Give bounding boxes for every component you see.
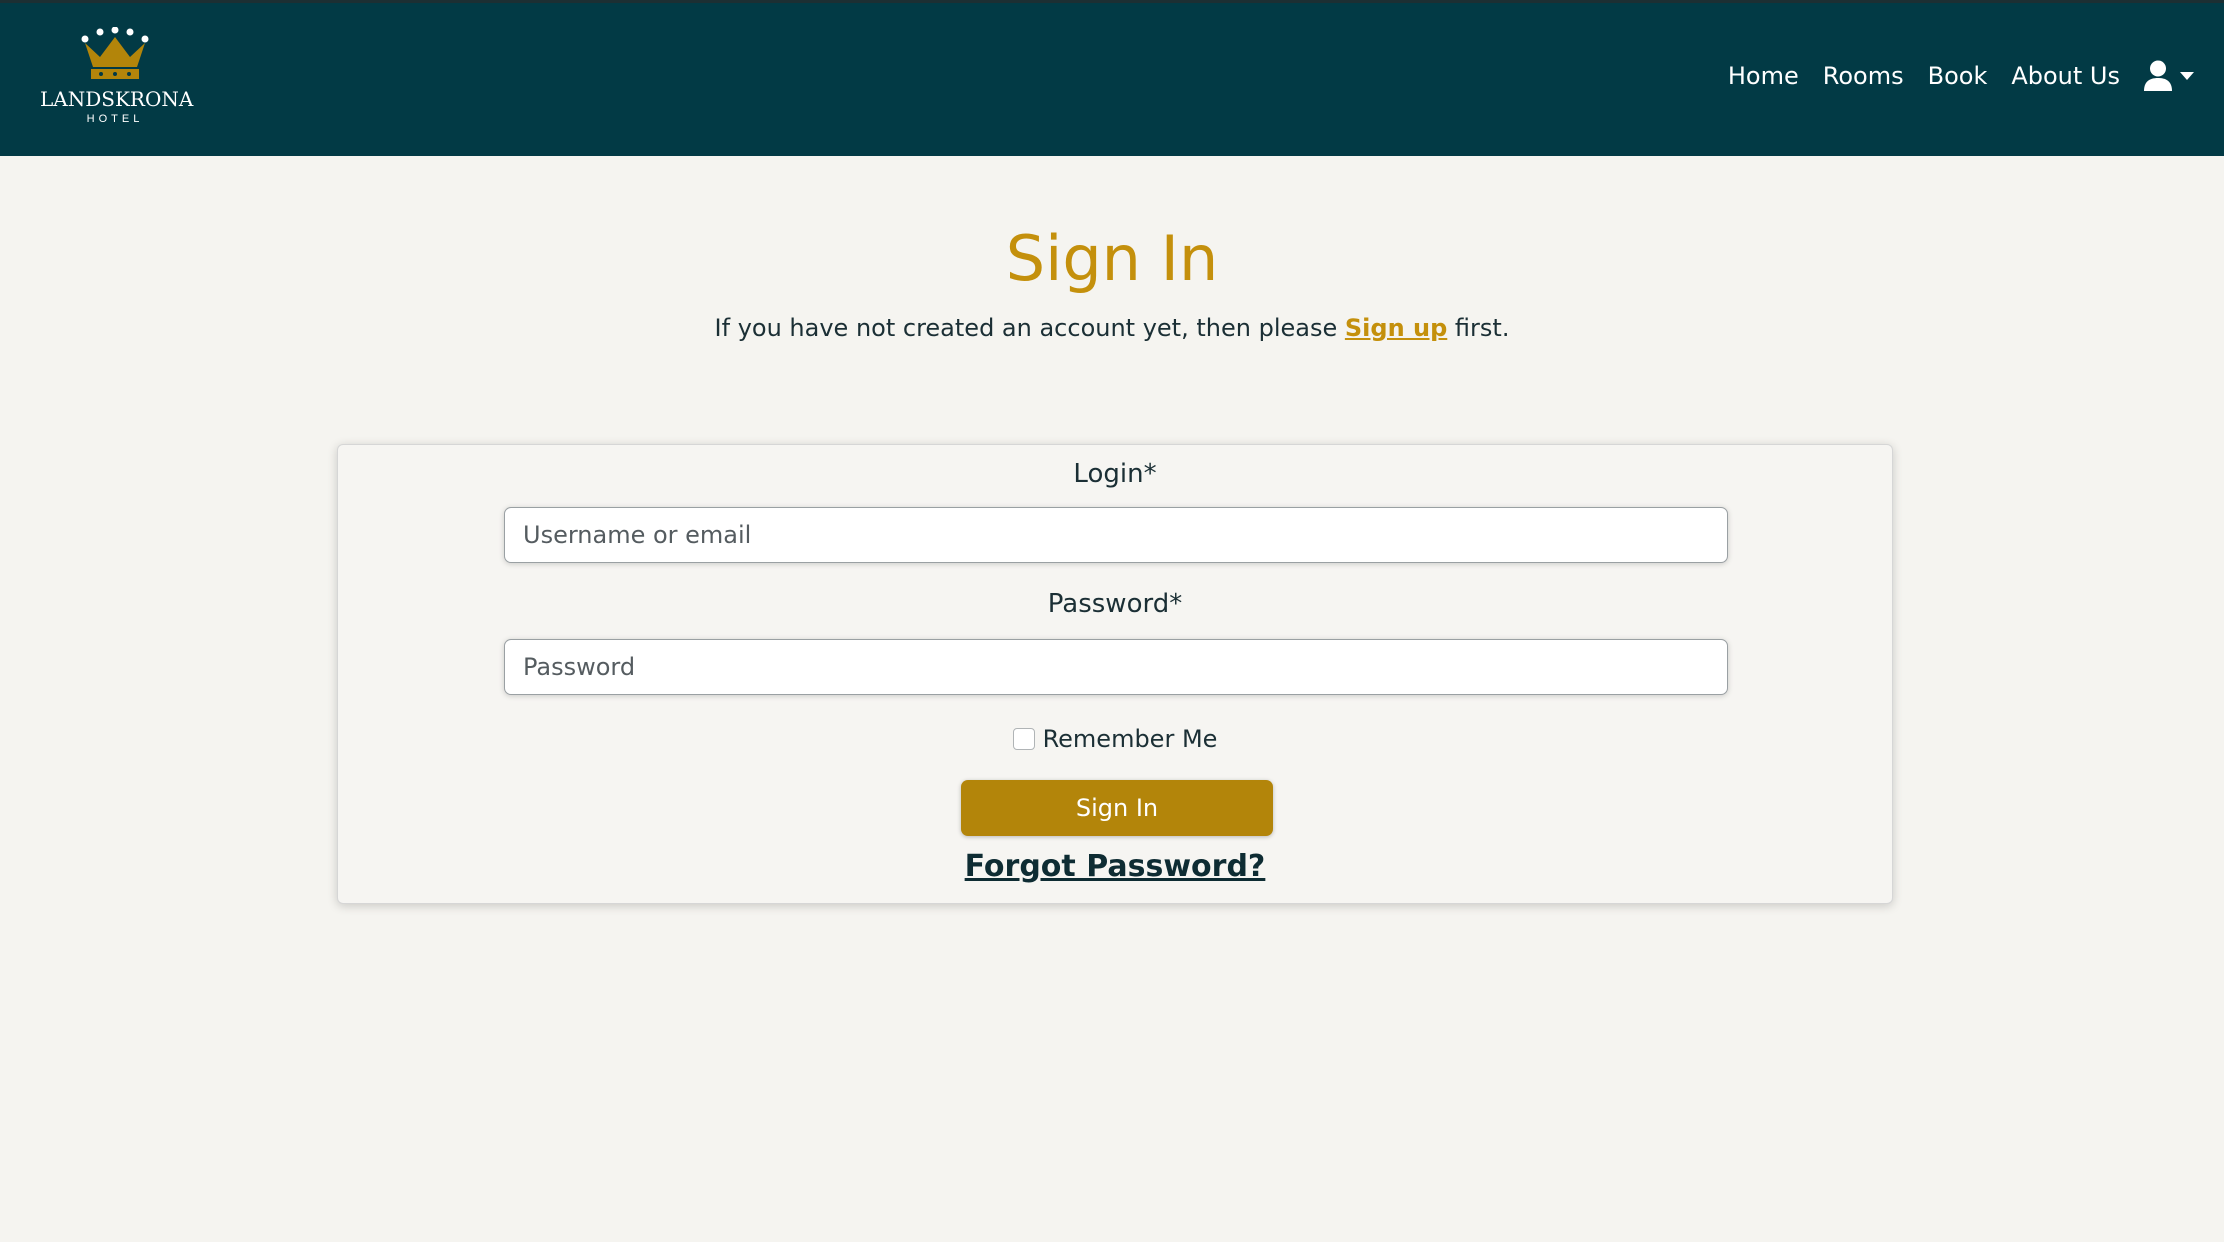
logo-sub-text: HOTEL [86, 113, 144, 125]
page-subtitle: If you have not created an account yet, … [0, 314, 2224, 342]
subtitle-prefix: If you have not created an account yet, … [714, 314, 1338, 342]
login-label: Login* [1073, 459, 1157, 489]
forgot-password-row: Forgot Password? [338, 849, 1892, 884]
remember-me-row: Remember Me [338, 725, 1892, 753]
logo-brand-text: LANDSKRONA [40, 87, 194, 111]
nav-links: Home Rooms Book About Us [1716, 53, 2204, 99]
signin-form-card: Login* Password* Remember Me Sign In For… [337, 444, 1893, 904]
nav-link-rooms[interactable]: Rooms [1811, 62, 1916, 90]
sign-in-button[interactable]: Sign In [961, 780, 1273, 836]
user-icon [2144, 60, 2172, 91]
subtitle-suffix: first. [1454, 314, 1510, 342]
password-label: Password* [1047, 589, 1183, 619]
remember-me-label[interactable]: Remember Me [1043, 725, 1218, 753]
navbar: LANDSKRONA HOTEL Home Rooms Book About U… [0, 0, 2224, 156]
nav-link-about-us[interactable]: About Us [1999, 62, 2132, 90]
login-input[interactable] [504, 507, 1728, 563]
remember-me-checkbox[interactable] [1012, 728, 1035, 750]
chevron-down-icon [2180, 72, 2194, 80]
nav-link-home[interactable]: Home [1716, 62, 1811, 90]
nav-link-book[interactable]: Book [1916, 62, 2000, 90]
user-menu-dropdown[interactable] [2132, 60, 2204, 92]
hotel-logo[interactable]: LANDSKRONA HOTEL [40, 27, 194, 137]
signup-link[interactable]: Sign up [1345, 314, 1447, 342]
forgot-password-link[interactable]: Forgot Password? [965, 849, 1266, 884]
password-input[interactable] [504, 639, 1728, 695]
crown-icon [81, 27, 149, 79]
page-title: Sign In [1005, 222, 1219, 295]
